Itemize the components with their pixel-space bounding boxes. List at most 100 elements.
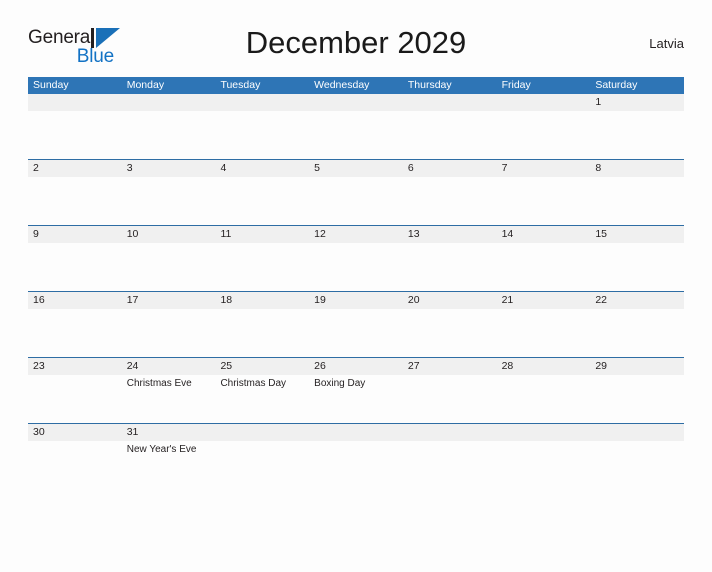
day-cell — [215, 309, 309, 357]
day-cell: Christmas Day — [215, 375, 309, 423]
day-cell — [122, 111, 216, 159]
day-of-week-friday: Friday — [501, 79, 531, 91]
day-number[interactable]: 27 — [403, 358, 497, 375]
day-cell — [122, 309, 216, 357]
day-number[interactable]: 13 — [403, 226, 497, 243]
page-title: December 2029 — [245, 25, 467, 60]
day-number[interactable]: 15 — [590, 226, 684, 243]
day-number[interactable]: 18 — [215, 292, 309, 309]
day-number[interactable]: 8 — [590, 160, 684, 177]
day-cell — [403, 375, 497, 423]
day-cell — [28, 111, 122, 159]
day-number — [28, 94, 122, 111]
calendar-week-numbers: 9 10 11 12 13 14 15 — [28, 226, 684, 243]
day-cell — [497, 177, 591, 225]
day-cell — [215, 177, 309, 225]
calendar-week-inner: 23 24 25 26 27 28 29 Christmas Eve Christmas Day… — [28, 358, 684, 423]
day-of-week-saturday: Saturday — [595, 79, 638, 91]
calendar-grid: Sunday Monday Tuesday Wednesday Thursday… — [28, 77, 684, 489]
calendar-week-numbers: 16 17 18 19 20 21 22 — [28, 292, 684, 309]
day-number — [403, 424, 497, 441]
day-number[interactable]: 29 — [590, 358, 684, 375]
day-cell — [122, 177, 216, 225]
calendar-week-row: 16 17 18 19 20 21 22 — [28, 291, 684, 357]
day-number[interactable]: 11 — [215, 226, 309, 243]
day-cell — [590, 243, 684, 291]
day-cell — [497, 111, 591, 159]
day-number[interactable]: 16 — [28, 292, 122, 309]
day-number[interactable]: 3 — [122, 160, 216, 177]
calendar-week-events — [28, 243, 684, 291]
calendar-week-inner: 1 — [28, 94, 684, 159]
day-number[interactable]: 5 — [309, 160, 403, 177]
day-cell: Boxing Day — [309, 375, 403, 423]
day-cell — [497, 441, 591, 489]
day-number[interactable]: 23 — [28, 358, 122, 375]
day-number[interactable]: 12 — [309, 226, 403, 243]
day-number — [497, 94, 591, 111]
day-number[interactable]: 25 — [215, 358, 309, 375]
day-event-label[interactable]: New Year's Eve — [127, 443, 216, 456]
day-number[interactable]: 2 — [28, 160, 122, 177]
day-event-label[interactable]: Boxing Day — [314, 377, 403, 390]
calendar-week-numbers: 30 31 — [28, 424, 684, 441]
day-cell — [309, 243, 403, 291]
calendar-week-inner: 16 17 18 19 20 21 22 — [28, 292, 684, 357]
calendar-week-row: 1 — [28, 94, 684, 159]
day-number[interactable]: 28 — [497, 358, 591, 375]
day-cell — [215, 111, 309, 159]
day-cell — [497, 243, 591, 291]
day-of-week-monday: Monday — [126, 79, 165, 91]
day-number[interactable]: 14 — [497, 226, 591, 243]
day-cell — [403, 309, 497, 357]
day-number — [309, 94, 403, 111]
day-number — [590, 424, 684, 441]
day-cell — [28, 243, 122, 291]
day-number[interactable]: 30 — [28, 424, 122, 441]
day-cell — [309, 309, 403, 357]
calendar-weeks: 1 2 3 4 5 6 7 8 9 10 11 12 13 14 15 16 17 18 19 20 21 22 23 24 2… — [28, 94, 684, 489]
day-cell — [590, 111, 684, 159]
day-cell — [590, 375, 684, 423]
day-number[interactable]: 22 — [590, 292, 684, 309]
calendar-week-inner: 9 10 11 12 13 14 15 — [28, 226, 684, 291]
day-number — [122, 94, 216, 111]
day-event-label[interactable]: Christmas Day — [220, 377, 309, 390]
day-cell — [28, 441, 122, 489]
calendar-week-events — [28, 309, 684, 357]
day-number[interactable]: 31 — [122, 424, 216, 441]
day-number[interactable]: 1 — [590, 94, 684, 111]
day-number — [497, 424, 591, 441]
day-cell — [309, 111, 403, 159]
day-number[interactable]: 10 — [122, 226, 216, 243]
day-number — [403, 94, 497, 111]
day-of-week-tuesday: Tuesday — [220, 79, 261, 91]
day-number[interactable]: 20 — [403, 292, 497, 309]
day-number[interactable]: 24 — [122, 358, 216, 375]
calendar-week-row: 2345678 — [28, 159, 684, 225]
day-cell — [309, 441, 403, 489]
day-number — [215, 94, 309, 111]
day-event-label[interactable]: Christmas Eve — [127, 377, 216, 390]
day-number[interactable]: 7 — [497, 160, 591, 177]
day-cell: New Year's Eve — [122, 441, 216, 489]
day-number[interactable]: 9 — [28, 226, 122, 243]
day-of-week-wednesday: Wednesday — [314, 79, 370, 91]
day-number[interactable]: 26 — [309, 358, 403, 375]
day-cell — [497, 309, 591, 357]
calendar-week-numbers: 2345678 — [28, 160, 684, 177]
day-number[interactable]: 21 — [497, 292, 591, 309]
calendar-week-numbers: 1 — [28, 94, 684, 111]
day-number[interactable]: 17 — [122, 292, 216, 309]
day-cell — [497, 375, 591, 423]
day-cell — [590, 177, 684, 225]
calendar-week-inner: 30 31 New Year's Eve — [28, 424, 684, 489]
day-number[interactable]: 6 — [403, 160, 497, 177]
day-cell: Christmas Eve — [122, 375, 216, 423]
day-of-week-header-row: Sunday Monday Tuesday Wednesday Thursday… — [28, 77, 684, 94]
calendar-week-row: 9 10 11 12 13 14 15 — [28, 225, 684, 291]
day-number[interactable]: 19 — [309, 292, 403, 309]
day-number[interactable]: 4 — [215, 160, 309, 177]
day-cell — [122, 243, 216, 291]
calendar-week-inner: 2345678 — [28, 160, 684, 225]
